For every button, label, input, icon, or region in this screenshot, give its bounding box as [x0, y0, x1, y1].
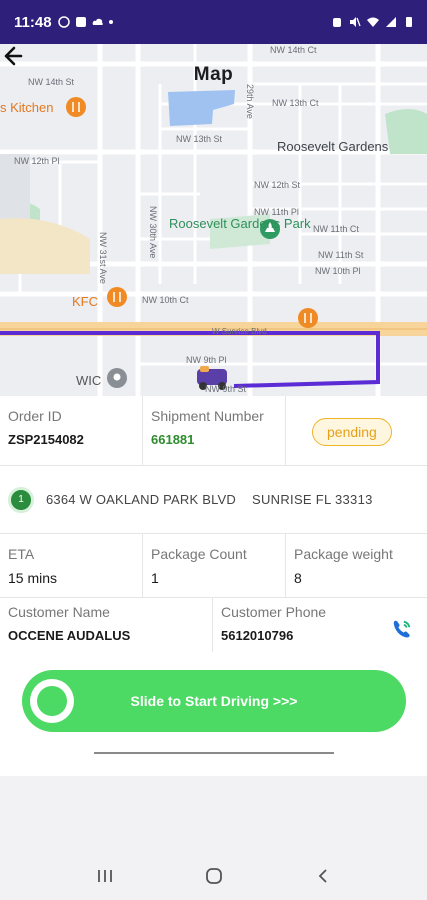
- order-id-label: Order ID: [8, 408, 62, 424]
- map-label-nw9th-st: NW 9th St: [205, 384, 247, 394]
- map-label-nw14th-ct: NW 14th Ct: [270, 45, 317, 55]
- status-badge: pending: [312, 418, 392, 446]
- system-icons: [331, 16, 415, 28]
- chevron-left-icon: [318, 869, 327, 883]
- restaurant-pin-kitchen[interactable]: [66, 97, 86, 117]
- eta-cell: ETA 15 mins: [0, 534, 143, 597]
- status-time: 11:48: [14, 13, 52, 31]
- map-label-nw29th-ave: 29th Ave: [245, 84, 255, 119]
- signal-icon: [386, 17, 396, 27]
- mute-icon: [350, 17, 361, 27]
- cloud-icon: [92, 18, 103, 25]
- wifi-icon: [367, 17, 379, 27]
- map-label-nw10th-pl: NW 10th Pl: [315, 266, 361, 276]
- slider-label: Slide to Start Driving >>>: [130, 693, 298, 709]
- map-view[interactable]: s Kitchen NW 14th St NW 14th Ct NW 13th …: [0, 44, 427, 396]
- page-title: Map: [193, 64, 234, 85]
- customer-name-value: OCCENE AUDALUS: [8, 628, 131, 643]
- recent-apps-button[interactable]: [85, 856, 125, 896]
- map-label-sunrise-blvd: W Sunrise Blvd: [212, 327, 267, 336]
- stop-address: 6364 W OAKLAND PARK BLVD: [46, 492, 236, 507]
- map-label-nw11th-st: NW 11th St: [318, 250, 364, 260]
- package-count-label: Package Count: [151, 546, 247, 562]
- map-label-kitchen: s Kitchen: [0, 100, 54, 115]
- package-count-value: 1: [151, 570, 159, 586]
- start-driving-slider[interactable]: Slide to Start Driving >>>: [22, 670, 406, 732]
- status-cell: pending: [286, 396, 427, 465]
- more-notifications-dot: [108, 20, 113, 24]
- map-label-nw13th-st: NW 13th St: [176, 134, 223, 144]
- home-icon: [205, 868, 222, 884]
- map-label-kfc: KFC: [72, 294, 98, 309]
- stop-number-badge: 1: [8, 486, 34, 513]
- divider: [94, 752, 334, 754]
- map-label-nw11th-ct: NW 11th Ct: [313, 224, 359, 234]
- stop-city: SUNRISE FL 33313: [252, 492, 373, 507]
- restaurant-pin-sunrise[interactable]: [298, 308, 318, 328]
- customer-phone-label: Customer Phone: [221, 604, 327, 620]
- back-button[interactable]: [303, 856, 343, 896]
- shipment-number-value: 661881: [151, 432, 195, 447]
- map-label-roosevelt-park: Roosevelt Gardens Park: [169, 216, 311, 231]
- back-arrow-icon[interactable]: [0, 44, 24, 68]
- shipment-cell: Shipment Number 661881: [143, 396, 286, 465]
- map-label-nw10th-ct: NW 10th Ct: [142, 295, 189, 305]
- eta-label: ETA: [8, 546, 35, 562]
- alarm-icon: [333, 18, 341, 27]
- package-row: ETA 15 mins Package Count 1 Package weig…: [0, 534, 427, 598]
- order-id-value: ZSP2154082: [8, 432, 84, 447]
- map-label-nw31st-ave: NW 31st Ave: [98, 232, 108, 284]
- system-nav-bar: [0, 852, 427, 900]
- package-weight-value: 8: [294, 570, 302, 586]
- package-count-cell: Package Count 1: [143, 534, 286, 597]
- map-label-nw30th-ave: NW 30th Ave: [148, 206, 158, 259]
- home-button[interactable]: [194, 856, 234, 896]
- customer-name-cell: Customer Name OCCENE AUDALUS: [0, 598, 213, 652]
- shipment-number-label: Shipment Number: [151, 408, 264, 424]
- status-bar: 11:48: [0, 0, 427, 44]
- order-row: Order ID ZSP2154082 Shipment Number 6618…: [0, 396, 427, 466]
- wic-pin[interactable]: [107, 368, 127, 388]
- map-label-roosevelt-gardens: Roosevelt Gardens: [277, 139, 389, 154]
- phone-call-icon[interactable]: [391, 618, 413, 640]
- eta-value: 15 mins: [8, 570, 58, 586]
- package-weight-label: Package weight: [294, 546, 393, 562]
- customer-phone-value: 5612010796: [221, 628, 294, 643]
- customer-name-label: Customer Name: [8, 604, 110, 620]
- map-label-nw12th-pl: NW 12th Pl: [14, 156, 60, 166]
- battery-icon: [406, 17, 412, 27]
- restaurant-pin-kfc[interactable]: [107, 287, 127, 307]
- customer-phone-cell: Customer Phone 5612010796: [213, 598, 427, 652]
- order-info-panel: Order ID ZSP2154082 Shipment Number 6618…: [0, 396, 427, 652]
- recent-apps-icon: [97, 870, 112, 882]
- map-label-wic: WIC: [76, 373, 102, 388]
- notification-icons: [57, 16, 113, 28]
- map-label-nw12th-st: NW 12th St: [254, 180, 301, 190]
- gallery-icon: [75, 17, 86, 27]
- map-label-nw13th-ct: NW 13th Ct: [272, 98, 319, 108]
- package-weight-cell: Package weight 8: [286, 534, 427, 597]
- customer-row: Customer Name OCCENE AUDALUS Customer Ph…: [0, 598, 427, 652]
- map-label-nw9th-pl: NW 9th Pl: [186, 355, 227, 365]
- order-id-cell: Order ID ZSP2154082: [0, 396, 143, 465]
- whatsapp-icon: [57, 16, 70, 28]
- stop-address-row[interactable]: 1 6364 W OAKLAND PARK BLVD SUNRISE FL 33…: [0, 466, 427, 534]
